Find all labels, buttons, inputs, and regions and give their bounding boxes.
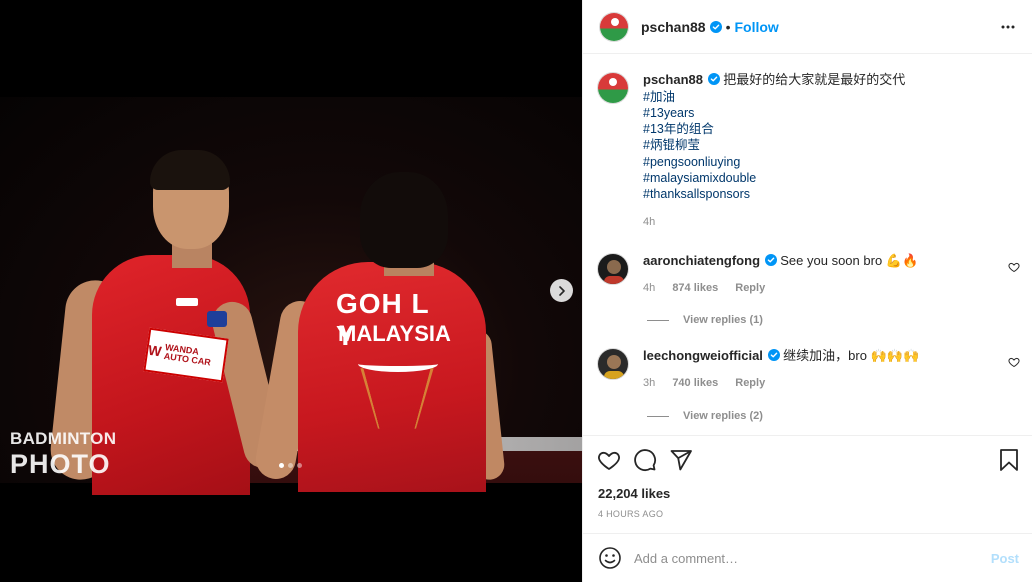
caption-age[interactable]: 4h (643, 216, 655, 228)
avatar[interactable] (597, 348, 629, 380)
view-replies-button[interactable]: View replies (1) (647, 314, 763, 326)
post-media: W WANDA AUTO CAR GOH L Y MALAYSIA BADMIN… (0, 0, 582, 582)
heart-icon[interactable] (1008, 356, 1020, 368)
watermark-line2: PHOTO (10, 449, 111, 479)
comment-likes[interactable]: 740 likes (672, 377, 718, 389)
hashtag-link[interactable]: #pengsoonliuying (643, 154, 1003, 170)
likes-count[interactable]: 22,204 likes (598, 486, 670, 501)
comment-item: leechongweiofficial 继续加油，bro 🙌🙌🙌 3h 740 … (597, 348, 1003, 389)
post-action-bar (583, 435, 1032, 483)
hashtag-link[interactable]: #13年的组合 (643, 121, 1003, 137)
bookmark-icon[interactable] (997, 448, 1021, 472)
avatar[interactable] (597, 253, 629, 285)
more-options-icon[interactable] (1000, 19, 1016, 35)
header-separator: • (725, 18, 731, 35)
chevron-right-icon (558, 285, 565, 296)
post-header: pschan88 • Follow (583, 0, 1032, 54)
heart-icon[interactable] (597, 448, 621, 472)
caption-text: 把最好的给大家就是最好的交代 (723, 72, 906, 87)
comment-username[interactable]: leechongweiofficial (643, 348, 763, 363)
avatar[interactable] (599, 11, 629, 42)
carousel-next-button[interactable] (550, 279, 573, 302)
watermark-line1: BADMINTON (10, 429, 117, 448)
carousel-dot[interactable] (288, 463, 293, 468)
caption-username[interactable]: pschan88 (643, 72, 703, 87)
heart-icon[interactable] (1008, 261, 1020, 273)
post-timestamp[interactable]: 4 HOURS AGO (598, 509, 663, 519)
verified-badge-icon (767, 349, 780, 361)
comment-age[interactable]: 4h (643, 282, 655, 294)
post-caption: pschan88 把最好的给大家就是最好的交代 #加油 #13years #13… (597, 72, 1003, 228)
comment-age[interactable]: 3h (643, 377, 655, 389)
comments-scroll-area[interactable]: pschan88 把最好的给大家就是最好的交代 #加油 #13years #13… (583, 55, 1032, 435)
verified-badge-icon (764, 254, 777, 266)
carousel-dot[interactable] (279, 463, 284, 468)
hashtag-link[interactable]: #加油 (643, 89, 1003, 105)
comment-text: See you soon bro 💪🔥 (780, 253, 919, 268)
comment-icon[interactable] (633, 448, 657, 472)
comment-item: aaronchiatengfong See you soon bro 💪🔥 4h… (597, 253, 1003, 294)
jersey-logo (176, 298, 198, 306)
header-username[interactable]: pschan88 (641, 19, 706, 35)
verified-badge-icon (709, 20, 722, 33)
post-comment-button[interactable]: Post (991, 551, 1019, 566)
carousel-dot[interactable] (297, 463, 302, 468)
jersey-country: MALAYSIA (338, 321, 451, 346)
comment-text: 继续加油，bro 🙌🙌🙌 (783, 348, 920, 363)
add-comment-bar: Post (583, 533, 1032, 582)
sponsor-mark: W (147, 341, 163, 360)
comment-likes[interactable]: 874 likes (672, 282, 718, 294)
jersey-flag-badge (207, 311, 227, 327)
hashtag-link[interactable]: #malaysiamixdouble (643, 170, 1003, 186)
smiley-icon[interactable] (598, 546, 622, 570)
reply-button[interactable]: Reply (735, 282, 765, 294)
view-replies-button[interactable]: View replies (2) (647, 410, 763, 422)
avatar-image (604, 355, 624, 379)
avatar-image (604, 260, 624, 284)
reply-button[interactable]: Reply (735, 377, 765, 389)
verified-badge-icon (707, 73, 720, 85)
hashtag-link[interactable]: #13years (643, 105, 1003, 121)
follow-button[interactable]: Follow (735, 19, 779, 35)
hashtag-link[interactable]: #thanksallsponsors (643, 186, 1003, 202)
avatar[interactable] (597, 72, 629, 104)
sponsor-text: WANDA AUTO CAR (163, 342, 212, 368)
comment-input[interactable] (634, 550, 974, 566)
share-icon[interactable] (669, 448, 693, 472)
hashtag-link[interactable]: #炳锟柳莹 (643, 137, 1003, 153)
post-side-panel: pschan88 • Follow pschan88 把最好的给大家就是最好的交… (582, 0, 1032, 582)
comment-username[interactable]: aaronchiatengfong (643, 253, 760, 268)
player-right-hair (360, 172, 448, 268)
photo-watermark: BADMINTON PHOTO (10, 429, 116, 480)
carousel-dots (279, 463, 302, 468)
